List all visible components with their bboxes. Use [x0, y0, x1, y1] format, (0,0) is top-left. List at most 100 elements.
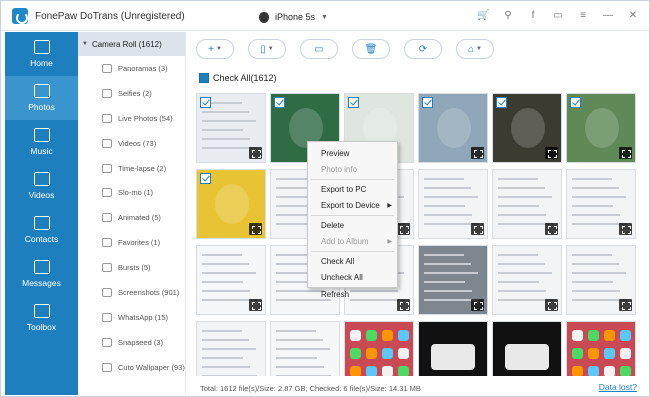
- sidebar-item[interactable]: Snapseed (3): [78, 330, 185, 355]
- photo-thumbnail[interactable]: [418, 321, 488, 376]
- expand-icon[interactable]: [249, 223, 262, 235]
- photo-thumbnail[interactable]: [344, 321, 414, 376]
- menu-separator: [311, 179, 394, 180]
- expand-icon[interactable]: [397, 299, 410, 311]
- submenu-arrow-icon: ▶: [387, 239, 392, 246]
- sidebar-item[interactable]: WhatsApp (15): [78, 305, 185, 330]
- photo-thumbnail[interactable]: [492, 245, 562, 315]
- sidebar-item[interactable]: Panoramas (3): [78, 56, 185, 81]
- chat-icon[interactable]: ▭: [552, 10, 564, 22]
- device-selector[interactable]: iPhone 5s ▼: [259, 9, 328, 25]
- menu-item-export-to-pc[interactable]: Export to PC: [308, 181, 397, 198]
- sidebar-item[interactable]: Bursts (5): [78, 255, 185, 280]
- expand-icon[interactable]: [545, 299, 558, 311]
- cart-icon[interactable]: 🛒: [477, 10, 489, 22]
- sidebar-item[interactable]: Slo-mo (1): [78, 180, 185, 205]
- nav-label: Music: [30, 146, 53, 156]
- main-nav: Home Photos Music Videos Contacts Messages Too…: [5, 32, 78, 395]
- menu-item-export-to-device[interactable]: Export to Device ▶: [308, 198, 397, 215]
- delete-button[interactable]: 🗑: [352, 39, 390, 59]
- album-icon: [102, 188, 112, 198]
- title-bar: FonePaw DoTrans (Unregistered) iPhone 5s…: [1, 1, 649, 31]
- data-lost-link[interactable]: Data lost?: [599, 382, 637, 392]
- expand-icon[interactable]: [619, 147, 632, 159]
- photo-thumbnail[interactable]: [418, 93, 488, 163]
- video-icon[interactable]: [471, 299, 484, 311]
- camera-roll-header[interactable]: ▼ Camera Roll (1612): [78, 32, 185, 56]
- sidebar-item-label: Favorites (1): [118, 238, 161, 248]
- sidebar-item[interactable]: Favorites (1): [78, 230, 185, 255]
- menu-item-refresh[interactable]: Refresh: [308, 286, 397, 303]
- expand-icon[interactable]: [249, 299, 262, 311]
- menu-icon[interactable]: ≡: [577, 10, 589, 22]
- nav-item-videos[interactable]: Videos: [5, 164, 78, 208]
- nav-item-music[interactable]: Music: [5, 120, 78, 164]
- checkbox-checked-icon[interactable]: [200, 173, 211, 184]
- sidebar-item[interactable]: Screenshots (901): [78, 280, 185, 305]
- checkbox-checked-icon[interactable]: [348, 97, 359, 108]
- photo-thumbnail[interactable]: [492, 169, 562, 239]
- photo-thumbnail[interactable]: [196, 245, 266, 315]
- photo-thumbnail[interactable]: [566, 321, 636, 376]
- trash-icon[interactable]: [471, 223, 484, 235]
- export-to-device-button[interactable]: ▯ ▼: [248, 39, 286, 59]
- photo-thumbnail[interactable]: [418, 169, 488, 239]
- key-icon[interactable]: ⚲: [502, 10, 514, 22]
- refresh-button[interactable]: ⟳: [404, 39, 442, 59]
- sidebar-item[interactable]: Live Photos (54): [78, 106, 185, 131]
- photo-thumbnail[interactable]: [196, 321, 266, 376]
- chevron-down-icon: ▼: [215, 46, 222, 52]
- check-all[interactable]: Check All(1612): [199, 73, 277, 83]
- menu-item-uncheck-all[interactable]: Uncheck All: [308, 270, 397, 287]
- expand-icon[interactable]: [545, 223, 558, 235]
- nav-item-contacts[interactable]: Contacts: [5, 208, 78, 252]
- trash-icon[interactable]: [545, 147, 558, 159]
- sidebar-item[interactable]: Cuto Wallpaper (93): [78, 355, 185, 380]
- album-icon: [102, 88, 112, 98]
- sidebar-item[interactable]: Animated (5): [78, 205, 185, 230]
- expand-icon[interactable]: [619, 223, 632, 235]
- photo-thumbnail[interactable]: [566, 169, 636, 239]
- photo-thumbnail[interactable]: [492, 321, 562, 376]
- photo-thumbnail[interactable]: [566, 245, 636, 315]
- trash-icon[interactable]: [397, 223, 410, 235]
- sidebar-item-label: Snapseed (3): [118, 337, 164, 347]
- checkbox-checked-icon[interactable]: [570, 97, 581, 108]
- checkbox-checked-icon[interactable]: [274, 97, 285, 108]
- sidebar-item[interactable]: Videos (73): [78, 131, 185, 156]
- photo-thumbnail[interactable]: [492, 93, 562, 163]
- apple-icon: [259, 11, 269, 23]
- nav-item-toolbox[interactable]: Toolbox: [5, 296, 78, 340]
- close-icon[interactable]: ✕: [627, 10, 639, 22]
- menu-separator: [311, 251, 394, 252]
- photo-thumbnail[interactable]: [196, 169, 266, 239]
- checkbox-checked-icon[interactable]: [422, 97, 433, 108]
- expand-icon[interactable]: [471, 147, 484, 159]
- photo-thumbnail[interactable]: [196, 93, 266, 163]
- check-all-checkbox[interactable]: [199, 73, 209, 83]
- add-button[interactable]: + ▼: [196, 39, 234, 59]
- menu-item-label: Export to Device: [321, 201, 380, 211]
- album-icon: [102, 263, 112, 273]
- photo-thumbnail[interactable]: [566, 93, 636, 163]
- trash-icon[interactable]: [249, 147, 262, 159]
- checkbox-checked-icon[interactable]: [200, 97, 211, 108]
- export-to-device-icon: ▯: [260, 43, 266, 55]
- checkbox-checked-icon[interactable]: [496, 97, 507, 108]
- facebook-icon[interactable]: f: [527, 10, 539, 22]
- export-to-pc-button[interactable]: ▭: [300, 39, 338, 59]
- photo-thumbnail[interactable]: [418, 245, 488, 315]
- sidebar-item[interactable]: Selfies (2): [78, 81, 185, 106]
- menu-item-preview[interactable]: Preview: [308, 145, 397, 162]
- menu-item-delete[interactable]: Delete: [308, 217, 397, 234]
- nav-item-photos[interactable]: Photos: [5, 76, 78, 120]
- nav-item-messages[interactable]: Messages: [5, 252, 78, 296]
- photo-thumbnail[interactable]: [270, 321, 340, 376]
- minimize-icon[interactable]: —: [602, 10, 614, 22]
- sidebar-item[interactable]: Time-lapse (2): [78, 156, 185, 181]
- menu-item-label: Preview: [321, 148, 350, 158]
- nav-item-home[interactable]: Home: [5, 32, 78, 76]
- toolbox-button[interactable]: ⌂ ▼: [456, 39, 494, 59]
- expand-icon[interactable]: [619, 299, 632, 311]
- menu-item-check-all[interactable]: Check All: [308, 253, 397, 270]
